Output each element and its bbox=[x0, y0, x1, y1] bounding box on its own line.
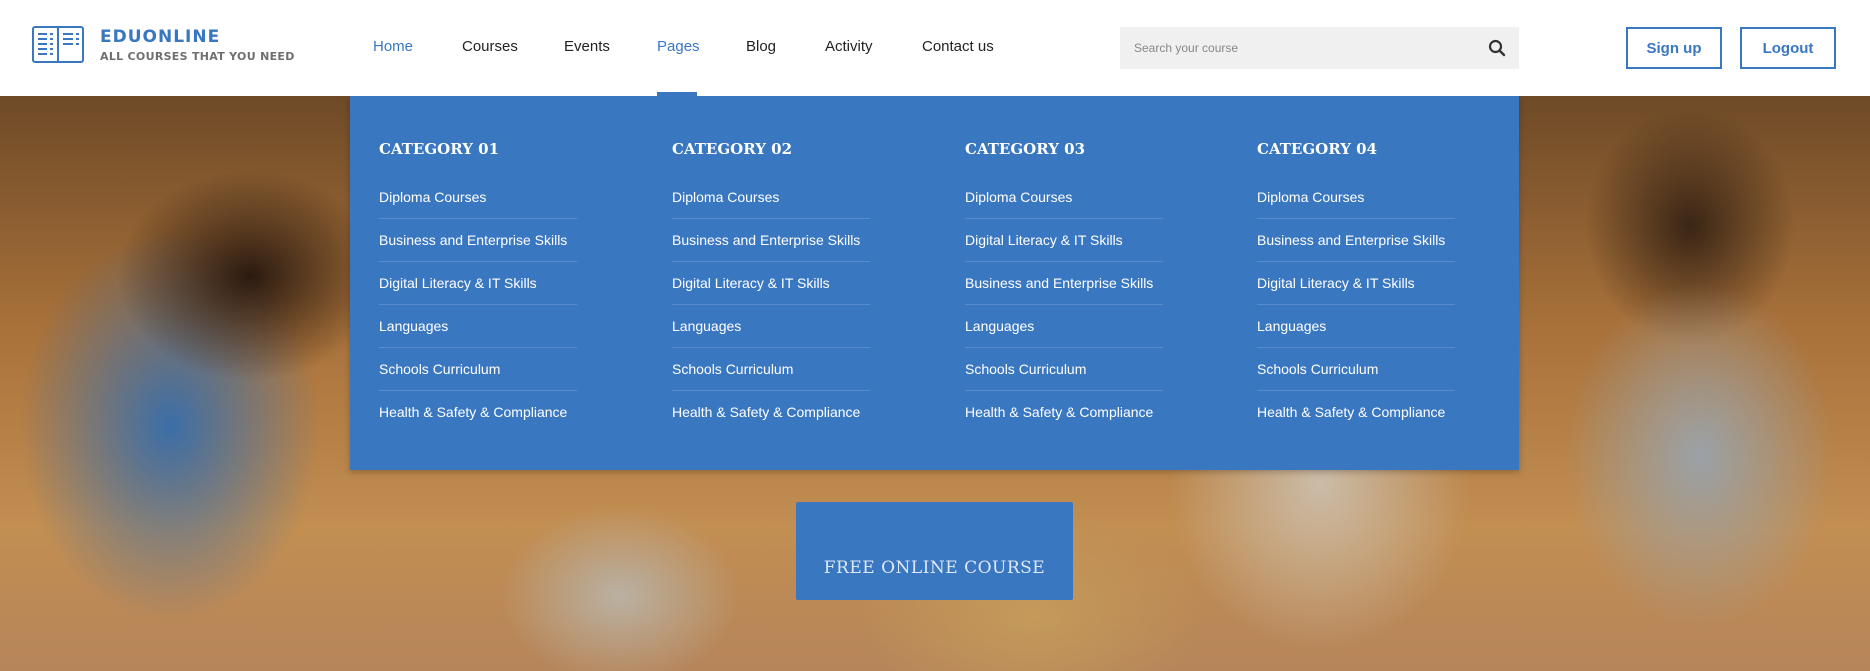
menu-item[interactable]: Schools Curriculum bbox=[379, 348, 577, 391]
menu-item[interactable]: Digital Literacy & IT Skills bbox=[965, 219, 1163, 262]
menu-item[interactable]: Digital Literacy & IT Skills bbox=[672, 262, 870, 305]
menu-column-category-04: CATEGORY 04 Diploma Courses Business and… bbox=[1257, 140, 1455, 434]
nav-home[interactable]: Home bbox=[373, 38, 413, 55]
menu-item[interactable]: Languages bbox=[379, 305, 577, 348]
menu-item[interactable]: Business and Enterprise Skills bbox=[965, 262, 1163, 305]
menu-item[interactable]: Languages bbox=[1257, 305, 1455, 348]
logo[interactable]: EDUONLINE ALL COURSES THAT YOU NEED bbox=[32, 26, 295, 64]
search-input[interactable] bbox=[1120, 41, 1475, 55]
menu-item[interactable]: Business and Enterprise Skills bbox=[379, 219, 577, 262]
menu-item[interactable]: Diploma Courses bbox=[965, 176, 1163, 219]
search-button[interactable] bbox=[1475, 27, 1519, 69]
menu-item[interactable]: Schools Curriculum bbox=[965, 348, 1163, 391]
logout-button[interactable]: Logout bbox=[1740, 27, 1836, 69]
category-heading: CATEGORY 03 bbox=[965, 140, 1086, 158]
site-header: EDUONLINE ALL COURSES THAT YOU NEED Home… bbox=[0, 0, 1870, 96]
menu-item[interactable]: Health & Safety & Compliance bbox=[379, 391, 577, 434]
menu-item[interactable]: Languages bbox=[965, 305, 1163, 348]
brand-tagline: ALL COURSES THAT YOU NEED bbox=[100, 50, 295, 63]
menu-item[interactable]: Schools Curriculum bbox=[1257, 348, 1455, 391]
search-icon bbox=[1488, 39, 1506, 57]
menu-column-category-03: CATEGORY 03 Diploma Courses Digital Lite… bbox=[965, 140, 1163, 434]
menu-item[interactable]: Digital Literacy & IT Skills bbox=[379, 262, 577, 305]
active-nav-indicator bbox=[657, 92, 697, 96]
menu-column-category-01: CATEGORY 01 Diploma Courses Business and… bbox=[379, 140, 577, 434]
nav-blog[interactable]: Blog bbox=[746, 38, 776, 55]
menu-item[interactable]: Health & Safety & Compliance bbox=[965, 391, 1163, 434]
category-heading: CATEGORY 02 bbox=[672, 140, 793, 158]
menu-item[interactable]: Schools Curriculum bbox=[672, 348, 870, 391]
sign-up-button[interactable]: Sign up bbox=[1626, 27, 1722, 69]
menu-item[interactable]: Diploma Courses bbox=[1257, 176, 1455, 219]
nav-contact-us[interactable]: Contact us bbox=[922, 38, 994, 55]
nav-activity[interactable]: Activity bbox=[825, 38, 873, 55]
menu-item[interactable]: Diploma Courses bbox=[379, 176, 577, 219]
menu-item[interactable]: Diploma Courses bbox=[672, 176, 870, 219]
menu-item[interactable]: Business and Enterprise Skills bbox=[1257, 219, 1455, 262]
menu-item[interactable]: Languages bbox=[672, 305, 870, 348]
nav-pages[interactable]: Pages bbox=[657, 38, 700, 55]
pages-mega-menu: CATEGORY 01 Diploma Courses Business and… bbox=[350, 96, 1519, 470]
category-heading: CATEGORY 04 bbox=[1257, 140, 1378, 158]
menu-item[interactable]: Business and Enterprise Skills bbox=[672, 219, 870, 262]
brand-name: EDUONLINE bbox=[100, 27, 221, 47]
search-bar bbox=[1120, 27, 1519, 69]
category-heading: CATEGORY 01 bbox=[379, 140, 500, 158]
menu-item[interactable]: Health & Safety & Compliance bbox=[672, 391, 870, 434]
free-online-course-button[interactable]: FREE ONLINE COURSE bbox=[796, 502, 1073, 600]
menu-column-category-02: CATEGORY 02 Diploma Courses Business and… bbox=[672, 140, 870, 434]
menu-item[interactable]: Digital Literacy & IT Skills bbox=[1257, 262, 1455, 305]
menu-item[interactable]: Health & Safety & Compliance bbox=[1257, 391, 1455, 434]
nav-courses[interactable]: Courses bbox=[462, 38, 518, 55]
nav-events[interactable]: Events bbox=[564, 38, 610, 55]
open-book-icon bbox=[32, 26, 84, 63]
